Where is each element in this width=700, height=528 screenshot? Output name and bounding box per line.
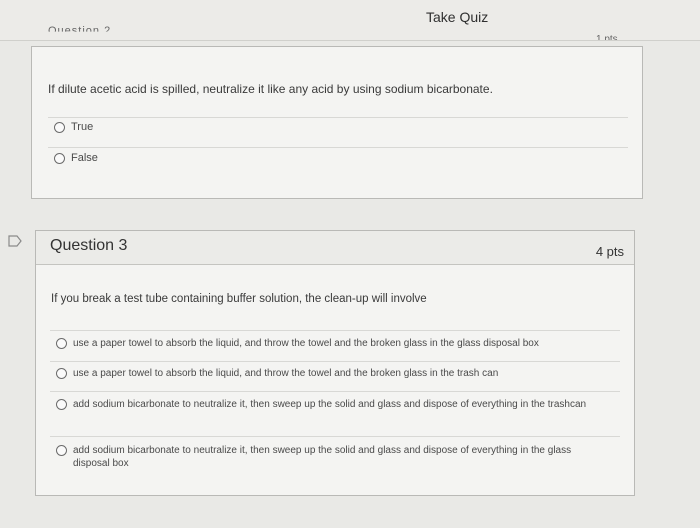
radio-icon[interactable] xyxy=(56,399,67,410)
answer-label: add sodium bicarbonate to neutralize it,… xyxy=(73,445,572,469)
question-header: Question 3 4 pts xyxy=(36,231,634,265)
question-2-card: If dilute acetic acid is spilled, neutra… xyxy=(31,46,643,199)
answer-option-2[interactable]: use a paper towel to absorb the liquid, … xyxy=(56,367,596,380)
radio-icon[interactable] xyxy=(56,368,67,379)
answer-label: use a paper towel to absorb the liquid, … xyxy=(73,368,499,379)
radio-icon[interactable] xyxy=(54,153,65,164)
answer-label: use a paper towel to absorb the liquid, … xyxy=(73,338,539,349)
answer-option-true[interactable]: True xyxy=(54,121,93,133)
radio-icon[interactable] xyxy=(56,445,67,456)
top-bar: Take Quiz Question 2 1 pts xyxy=(0,0,700,41)
question-points: 4 pts xyxy=(595,244,624,259)
question-3-text: If you break a test tube containing buff… xyxy=(51,293,427,305)
divider xyxy=(48,147,628,148)
answer-option-3[interactable]: add sodium bicarbonate to neutralize it,… xyxy=(56,398,596,411)
flag-icon[interactable] xyxy=(8,235,23,247)
question-3-card: Question 3 4 pts If you break a test tub… xyxy=(35,230,635,496)
divider xyxy=(50,391,620,392)
page-title: Take Quiz xyxy=(426,9,489,25)
radio-icon[interactable] xyxy=(56,338,67,349)
divider xyxy=(50,436,620,437)
question-2-text: If dilute acetic acid is spilled, neutra… xyxy=(48,82,493,96)
answer-option-1[interactable]: use a paper towel to absorb the liquid, … xyxy=(56,337,596,350)
answer-option-4[interactable]: add sodium bicarbonate to neutralize it,… xyxy=(56,444,596,470)
answer-label: True xyxy=(71,121,94,133)
divider xyxy=(48,117,628,118)
answer-option-false[interactable]: False xyxy=(54,152,98,164)
prev-question-title-cut: Question 2 xyxy=(48,25,112,37)
question-title: Question 3 xyxy=(50,237,128,254)
prev-question-points-cut: 1 pts xyxy=(596,34,618,45)
answer-label: add sodium bicarbonate to neutralize it,… xyxy=(73,399,587,410)
radio-icon[interactable] xyxy=(54,122,65,133)
answer-label: False xyxy=(71,152,98,164)
divider xyxy=(50,361,620,362)
divider xyxy=(50,330,620,331)
